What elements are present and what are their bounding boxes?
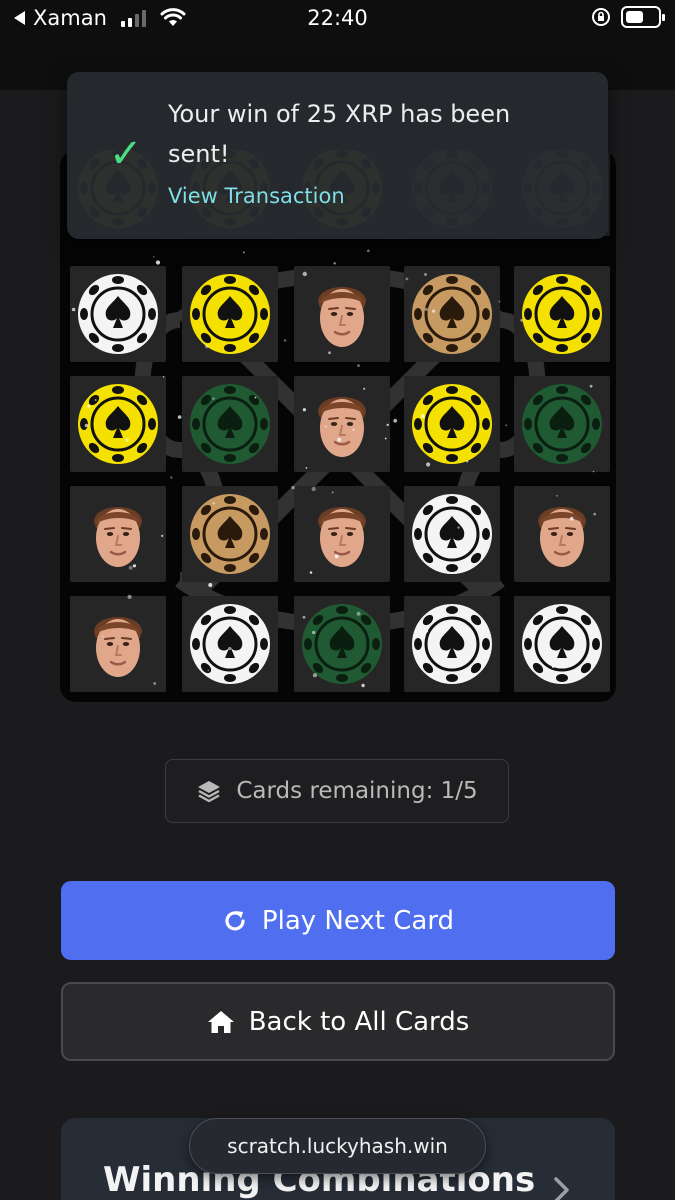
rotation-lock-icon: [592, 8, 610, 26]
board-tile-tan-chip: [404, 266, 500, 362]
board-tile-face: [294, 376, 390, 472]
back-to-all-cards-label: Back to All Cards: [248, 1006, 470, 1037]
board-row: [60, 486, 616, 586]
board-row: [60, 266, 616, 366]
board-tile-white-chip: [514, 596, 610, 692]
board-tile-face: [294, 266, 390, 362]
chevron-right-icon: [554, 1177, 569, 1200]
win-toast: ✓ Your win of 25 XRP has been sent! View…: [67, 72, 608, 239]
play-next-card-label: Play Next Card: [261, 905, 455, 936]
check-icon: ✓: [109, 131, 143, 177]
view-transaction-link[interactable]: View Transaction: [168, 184, 345, 208]
cards-remaining-label: Cards remaining: 1/5: [236, 778, 478, 804]
board-tile-white-chip: [404, 596, 500, 692]
refresh-icon: [225, 910, 245, 930]
board-tile-face: [70, 486, 166, 582]
board-tile-white-chip: [182, 596, 278, 692]
board-tile-face: [294, 486, 390, 582]
cards-remaining-badge: Cards remaining: 1/5: [165, 759, 509, 823]
board-tile-tan-chip: [182, 486, 278, 582]
board-tile-green-chip: [294, 596, 390, 692]
layers-icon: [198, 781, 221, 803]
board-row: [60, 376, 616, 476]
board-tile-green-chip: [182, 376, 278, 472]
board-tile-yellow-chip: [182, 266, 278, 362]
toast-message: Your win of 25 XRP has been sent!: [168, 100, 511, 168]
board-row: [60, 596, 616, 696]
board-tile-yellow-chip: [514, 266, 610, 362]
back-to-all-cards-button[interactable]: Back to All Cards: [61, 982, 615, 1061]
clock: 22:40: [307, 6, 368, 30]
board-tile-yellow-chip: [70, 376, 166, 472]
board-tile-green-chip: [514, 376, 610, 472]
battery-icon: [621, 6, 665, 28]
board-tile-white-chip: [70, 266, 166, 362]
board-tile-white-chip: [404, 486, 500, 582]
url-pill[interactable]: scratch.luckyhash.win: [189, 1118, 486, 1174]
home-icon: [207, 1010, 234, 1033]
board-tile-yellow-chip: [404, 376, 500, 472]
app-screen: Xaman 22:40 ✓ Your win of 25 XRP has bee…: [0, 0, 675, 1200]
board-tile-face: [514, 486, 610, 582]
play-next-card-button[interactable]: Play Next Card: [61, 881, 615, 960]
board-tile-face: [70, 596, 166, 692]
